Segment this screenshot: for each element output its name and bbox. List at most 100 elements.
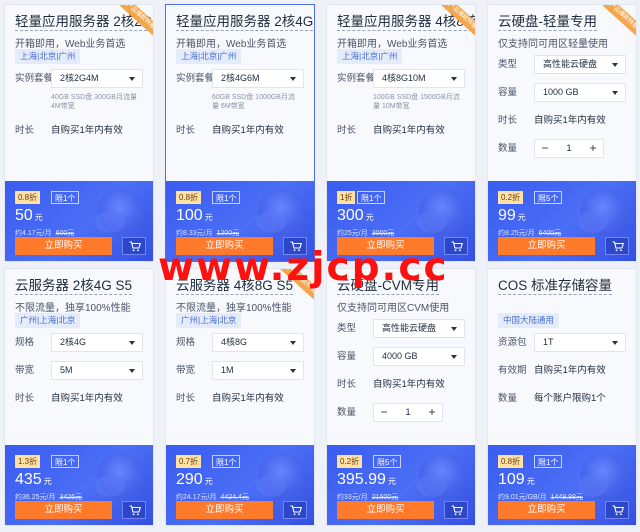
chevron-down-icon <box>612 63 618 67</box>
monthly-price: 约8.25元/月 <box>498 230 535 237</box>
buy-now-button[interactable]: 立即购买 <box>15 501 112 519</box>
discount-badge: 0.7折 <box>176 455 202 468</box>
option-value: 每个账户限购1个 <box>534 393 606 404</box>
add-to-cart-button[interactable] <box>122 237 146 255</box>
buy-now-button[interactable]: 立即购买 <box>337 501 434 519</box>
product-title[interactable]: 云硬盘-轻量专用 <box>498 14 597 31</box>
chevron-down-icon <box>612 91 618 95</box>
decor-disc <box>578 211 608 233</box>
decor-disc <box>256 211 286 233</box>
option-row: 类型 高性能云硬盘 <box>337 319 465 339</box>
price-panel: 1.3折 限1个 435 元约36.25元/月 3426元 立即购买 <box>5 445 153 525</box>
price-value: 435 元 <box>15 471 52 489</box>
plus-button[interactable]: + <box>583 140 603 157</box>
original-price: 6400元 <box>538 230 562 237</box>
quantity-stepper: −1 + <box>373 403 443 422</box>
quantity-value[interactable]: 1 <box>394 404 422 421</box>
select-value: 4核8G10M <box>382 73 426 83</box>
price-panel: 0.2折 限5个 99 元约8.25元/月 6400元 立即购买 <box>488 181 636 261</box>
option-select[interactable]: 1M <box>212 361 304 380</box>
option-select[interactable]: 4核8G <box>212 333 304 352</box>
option-label: 带宽 <box>15 365 35 376</box>
option-value: 自购买1年内有效 <box>51 393 123 404</box>
option-select[interactable]: 4核8G10M <box>373 69 465 88</box>
buy-now-button[interactable]: 立即购买 <box>498 237 595 255</box>
price-amount: 395.99 <box>337 471 386 488</box>
product-subtitle: 仅支持同可用区CVM使用 <box>337 303 450 314</box>
select-value: 2核4G6M <box>221 73 260 83</box>
product-title[interactable]: COS 标准存储容量 <box>498 278 613 295</box>
price-unit: 元 <box>204 213 213 222</box>
product-card: 云硬盘-轻量专用 仅支持同可用区轻量使用 产品爆款特惠 类型 高性能云硬盘 容量 1000 … <box>487 4 637 262</box>
product-card: 云服务器 4核8G S5 不限流量，独享100%性能 广州|上海|北京 产品爆款特惠规… <box>165 268 315 526</box>
limit-badge: 限1个 <box>51 191 80 204</box>
discount-badge: 0.8折 <box>498 455 524 468</box>
option-value: 自购买1年内有效 <box>51 125 123 136</box>
price-unit: 元 <box>204 477 213 486</box>
spec-note: 60GB SSD盘 1000GB月流量 6M带宽 <box>212 94 295 110</box>
monthly-price: 约33元/月 <box>337 494 368 501</box>
product-title[interactable]: 轻量应用服务器 2核4G <box>176 14 314 31</box>
chevron-down-icon <box>451 355 457 359</box>
add-to-cart-button[interactable] <box>283 501 307 519</box>
option-select[interactable]: 1000 GB <box>534 83 626 102</box>
option-select[interactable]: 5M <box>51 361 143 380</box>
original-price: 1200元 <box>216 230 240 237</box>
select-value: 1T <box>543 337 554 347</box>
price-value: 300 元 <box>337 207 374 225</box>
option-row: 时长 自购买1年内有效 <box>498 111 626 131</box>
add-to-cart-button[interactable] <box>605 501 629 519</box>
price-unit: 元 <box>517 213 526 222</box>
decor-disc <box>417 211 447 233</box>
chevron-down-icon <box>290 77 296 81</box>
original-price: 1449.98元 <box>550 494 583 501</box>
watermark: www.zjcp.cc <box>158 245 449 290</box>
decor-disc <box>417 475 447 497</box>
option-row: 类型 高性能云硬盘 <box>498 55 626 75</box>
buy-now-button[interactable]: 立即购买 <box>15 237 112 255</box>
option-label: 数量 <box>337 407 357 418</box>
option-row: 实例套餐 2核2G4M <box>15 69 143 89</box>
option-select[interactable]: 2核2G4M <box>51 69 143 88</box>
decor-disc <box>95 211 125 233</box>
option-select[interactable]: 1T <box>534 333 626 352</box>
chevron-down-icon <box>290 369 296 373</box>
plus-button[interactable]: + <box>422 404 442 421</box>
select-value: 高性能云硬盘 <box>543 59 598 69</box>
quantity-stepper: −1 + <box>534 139 604 158</box>
option-select[interactable]: 高性能云硬盘 <box>534 55 626 74</box>
option-label: 时长 <box>15 125 35 136</box>
option-value: 自购买1年内有效 <box>373 379 445 390</box>
original-price: 600元 <box>55 230 75 237</box>
option-select[interactable]: 2核4G <box>51 333 143 352</box>
buy-now-button[interactable]: 立即购买 <box>176 501 273 519</box>
add-to-cart-button[interactable] <box>122 501 146 519</box>
option-select[interactable]: 2核4G6M <box>212 69 304 88</box>
chevron-down-icon <box>451 77 457 81</box>
chevron-down-icon <box>129 369 135 373</box>
minus-button[interactable]: − <box>374 404 394 421</box>
option-label: 时长 <box>176 125 196 136</box>
option-row: 带宽 1M <box>176 361 304 381</box>
price-unit: 元 <box>34 213 43 222</box>
price-amount: 435 <box>15 471 42 488</box>
price-amount: 300 <box>337 207 364 224</box>
option-select[interactable]: 高性能云硬盘 <box>373 319 465 338</box>
product-card: COS 标准存储容量 中国大陆通用 资源包 1T 有效期 自购买1年内有效 数量 每个账户限购… <box>487 268 637 526</box>
add-to-cart-button[interactable] <box>444 501 468 519</box>
product-title[interactable]: 云服务器 2核4G S5 <box>15 278 133 295</box>
region-tag: 上海|北京|广州 <box>337 49 403 64</box>
select-value: 4000 GB <box>382 351 418 361</box>
select-value: 2核4G <box>60 337 87 347</box>
discount-badge: 1.3折 <box>15 455 41 468</box>
option-select[interactable]: 4000 GB <box>373 347 465 366</box>
monthly-price: 约36.25元/月 <box>15 494 56 501</box>
buy-now-button[interactable]: 立即购买 <box>498 501 595 519</box>
limit-badge: 限1个 <box>534 455 563 468</box>
add-to-cart-button[interactable] <box>605 237 629 255</box>
product-card: 轻量应用服务器 2核2G 开箱即用，Web业务首选 上海|北京|广州 产品爆款特惠 实例… <box>4 4 154 262</box>
minus-button[interactable]: − <box>535 140 555 157</box>
chevron-down-icon <box>129 341 135 345</box>
quantity-value[interactable]: 1 <box>555 140 583 157</box>
option-label: 实例套餐 <box>15 73 54 84</box>
